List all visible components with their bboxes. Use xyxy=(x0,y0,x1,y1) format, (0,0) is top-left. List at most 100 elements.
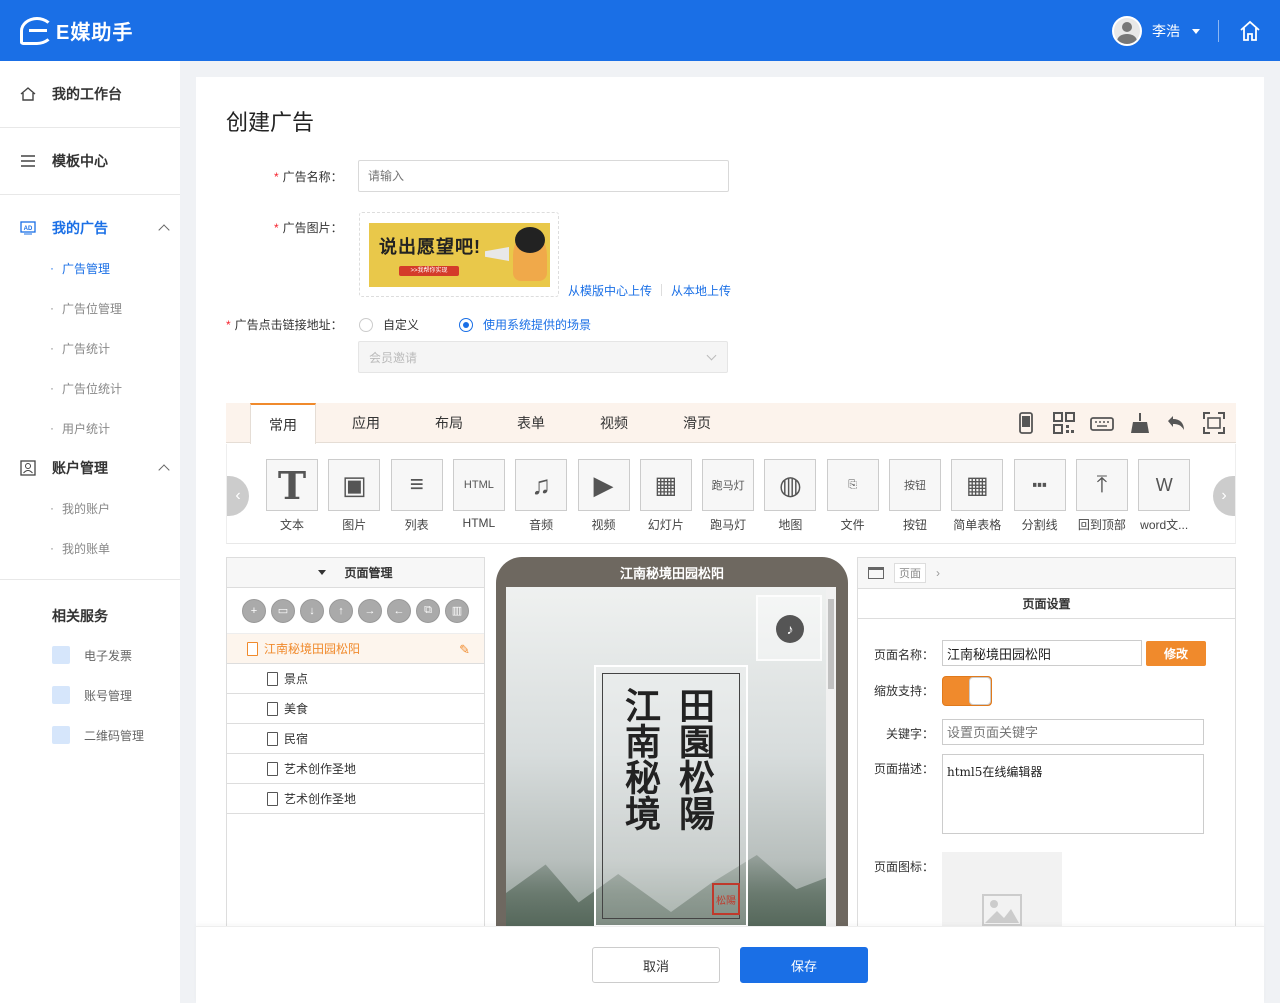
sidebar-item-my-bills[interactable]: 我的账单 xyxy=(50,538,110,558)
folder-icon[interactable]: ▭ xyxy=(271,598,295,623)
tool-button[interactable]: 按钮 按钮 xyxy=(888,459,942,533)
fullscreen-icon[interactable] xyxy=(1202,411,1226,435)
page-tree-root[interactable]: 江南秘境田园松阳 ✎ xyxy=(227,634,484,664)
scrollbar-thumb[interactable] xyxy=(828,599,834,689)
tool-list[interactable]: ≡ 列表 xyxy=(390,459,444,533)
tool-map[interactable]: ◍ 地图 xyxy=(763,459,817,533)
ad-name-input[interactable] xyxy=(358,160,729,192)
qrcode-icon[interactable] xyxy=(1052,411,1076,435)
sidebar-label: 账户管理 xyxy=(52,460,108,476)
app-logo[interactable]: E媒助手 xyxy=(20,16,133,45)
arrow-left-icon[interactable]: ← xyxy=(387,598,411,623)
cancel-button[interactable]: 取消 xyxy=(592,947,720,983)
arrow-up-icon[interactable]: ↑ xyxy=(329,598,353,623)
tool-image[interactable]: ▣ 图片 xyxy=(327,459,381,533)
ad-icon: AD xyxy=(20,221,36,235)
sidebar-item-ad-stats[interactable]: 广告统计 xyxy=(50,338,110,358)
tool-back-to-top[interactable]: ⤒ 回到顶部 xyxy=(1075,459,1129,533)
sidebar-item-my-ads[interactable]: AD 我的广告 xyxy=(0,216,180,240)
tool-html[interactable]: HTML HTML xyxy=(452,459,506,530)
add-page-icon[interactable]: + xyxy=(242,598,266,623)
sidebar-item-ad-slot-management[interactable]: 广告位管理 xyxy=(50,298,122,318)
broom-icon[interactable] xyxy=(1128,411,1152,435)
keyword-label: 关键字： xyxy=(885,727,934,741)
tool-label: 按钮 xyxy=(902,518,927,532)
tool-file[interactable]: ⎘ 文件 xyxy=(826,459,880,533)
service-account[interactable]: 账号管理 xyxy=(52,685,132,705)
phone-preview-icon[interactable] xyxy=(1014,411,1038,435)
banner-text: 说出愿望吧! xyxy=(379,237,481,257)
page-editor: 常用 应用 布局 表单 视频 滑页 ‹ › T 文本 ▣ 图片 ≡ 列表 HTML HTML ♫… xyxy=(226,403,1236,1003)
desc-label: 页面描述： xyxy=(873,762,934,776)
image-upload-box[interactable]: 说出愿望吧! >>我帮你实现 xyxy=(359,212,559,297)
music-badge[interactable]: ♪ xyxy=(756,595,822,661)
save-button[interactable]: 保存 xyxy=(740,947,868,983)
divider xyxy=(0,194,180,195)
tool-label: 跑马灯 xyxy=(710,518,747,532)
sidebar-item-user-stats[interactable]: 用户统计 xyxy=(50,418,110,438)
chevron-right-icon[interactable]: › xyxy=(1213,476,1235,516)
arrow-right-icon[interactable]: → xyxy=(358,598,382,623)
radio-system[interactable]: 使用系统提供的场景 xyxy=(459,316,591,333)
upload-from-template-link[interactable]: 从模版中心上传 xyxy=(568,282,652,299)
sidebar-item-account[interactable]: 账户管理 xyxy=(0,456,180,480)
tool-label: 幻灯片 xyxy=(647,518,684,532)
tool-divider[interactable]: ┅ 分割线 xyxy=(1013,459,1067,533)
page-tree-item[interactable]: 艺术创作圣地 xyxy=(227,754,484,784)
home-icon[interactable] xyxy=(1238,19,1262,43)
tab-form[interactable]: 表单 xyxy=(498,403,564,443)
page-tree-item[interactable]: 民宿 xyxy=(227,724,484,754)
sidebar-item-ad-slot-stats[interactable]: 广告位统计 xyxy=(50,378,122,398)
tab-video[interactable]: 视频 xyxy=(581,403,647,443)
zoom-toggle[interactable] xyxy=(942,676,992,706)
tab-slide[interactable]: 滑页 xyxy=(664,403,730,443)
image-icon: ▣ xyxy=(328,459,381,511)
tab-apps[interactable]: 应用 xyxy=(333,403,399,443)
tool-text[interactable]: T 文本 xyxy=(265,459,319,533)
tool-slideshow[interactable]: ▦ 幻灯片 xyxy=(639,459,693,533)
tool-audio[interactable]: ♫ 音频 xyxy=(514,459,568,533)
arrow-down-icon[interactable]: ↓ xyxy=(300,598,324,623)
chevron-down-icon xyxy=(706,350,717,361)
sidebar-item-ad-management[interactable]: 广告管理 xyxy=(50,258,110,278)
description-textarea[interactable]: html5在线编辑器 xyxy=(942,754,1204,834)
sidebar-item-workbench[interactable]: 我的工作台 xyxy=(0,82,180,106)
tab-common[interactable]: 常用 xyxy=(250,403,316,444)
page-tree-item[interactable]: 艺术创作圣地 xyxy=(227,784,484,814)
copy-icon[interactable]: ⧉ xyxy=(416,598,440,623)
file-icon xyxy=(267,671,278,686)
undo-icon[interactable] xyxy=(1164,411,1188,435)
banner-button: >>我帮你实现 xyxy=(399,266,459,276)
tool-marquee[interactable]: 跑马灯 跑马灯 xyxy=(701,459,755,533)
breadcrumb-page[interactable]: 页面 xyxy=(894,563,926,583)
page-icon-upload[interactable] xyxy=(942,852,1062,932)
tab-layout[interactable]: 布局 xyxy=(416,403,482,443)
service-invoice[interactable]: 电子发票 xyxy=(52,645,132,665)
tool-video[interactable]: ▶ 视频 xyxy=(577,459,631,533)
keyword-input[interactable] xyxy=(942,719,1204,745)
chevron-left-icon[interactable]: ‹ xyxy=(227,476,249,516)
user-menu[interactable]: 李浩 xyxy=(1112,16,1200,46)
scene-select[interactable]: 会员邀请 xyxy=(358,341,728,373)
tool-table[interactable]: ▦ 简单表格 xyxy=(950,459,1004,533)
page-manager-header[interactable]: 页面管理 xyxy=(227,558,484,588)
sidebar-item-templates[interactable]: 模板中心 xyxy=(0,149,180,173)
service-qrcode[interactable]: 二维码管理 xyxy=(52,725,144,745)
page-tree-item[interactable]: 美食 xyxy=(227,694,484,724)
invoice-icon xyxy=(52,646,70,664)
pencil-icon[interactable]: ✎ xyxy=(459,642,470,658)
tool-word[interactable]: Wword文... xyxy=(1137,459,1191,533)
sidebar-item-my-account[interactable]: 我的账户 xyxy=(50,498,110,518)
red-seal: 松陽 xyxy=(712,883,740,915)
upload-local-link[interactable]: 从本地上传 xyxy=(671,282,731,299)
modify-button[interactable]: 修改 xyxy=(1146,641,1206,666)
file-icon xyxy=(267,761,278,776)
page-tree-item[interactable]: 景点 xyxy=(227,664,484,694)
trash-icon[interactable]: ▥ xyxy=(445,598,469,623)
page-manager-title: 页面管理 xyxy=(344,566,393,580)
word-icon: W xyxy=(1138,459,1191,511)
page-name: 江南秘境田园松阳 xyxy=(264,642,361,656)
page-name-input[interactable] xyxy=(942,640,1142,666)
keyboard-icon[interactable] xyxy=(1090,411,1114,435)
radio-custom[interactable]: 自定义 xyxy=(359,316,419,333)
